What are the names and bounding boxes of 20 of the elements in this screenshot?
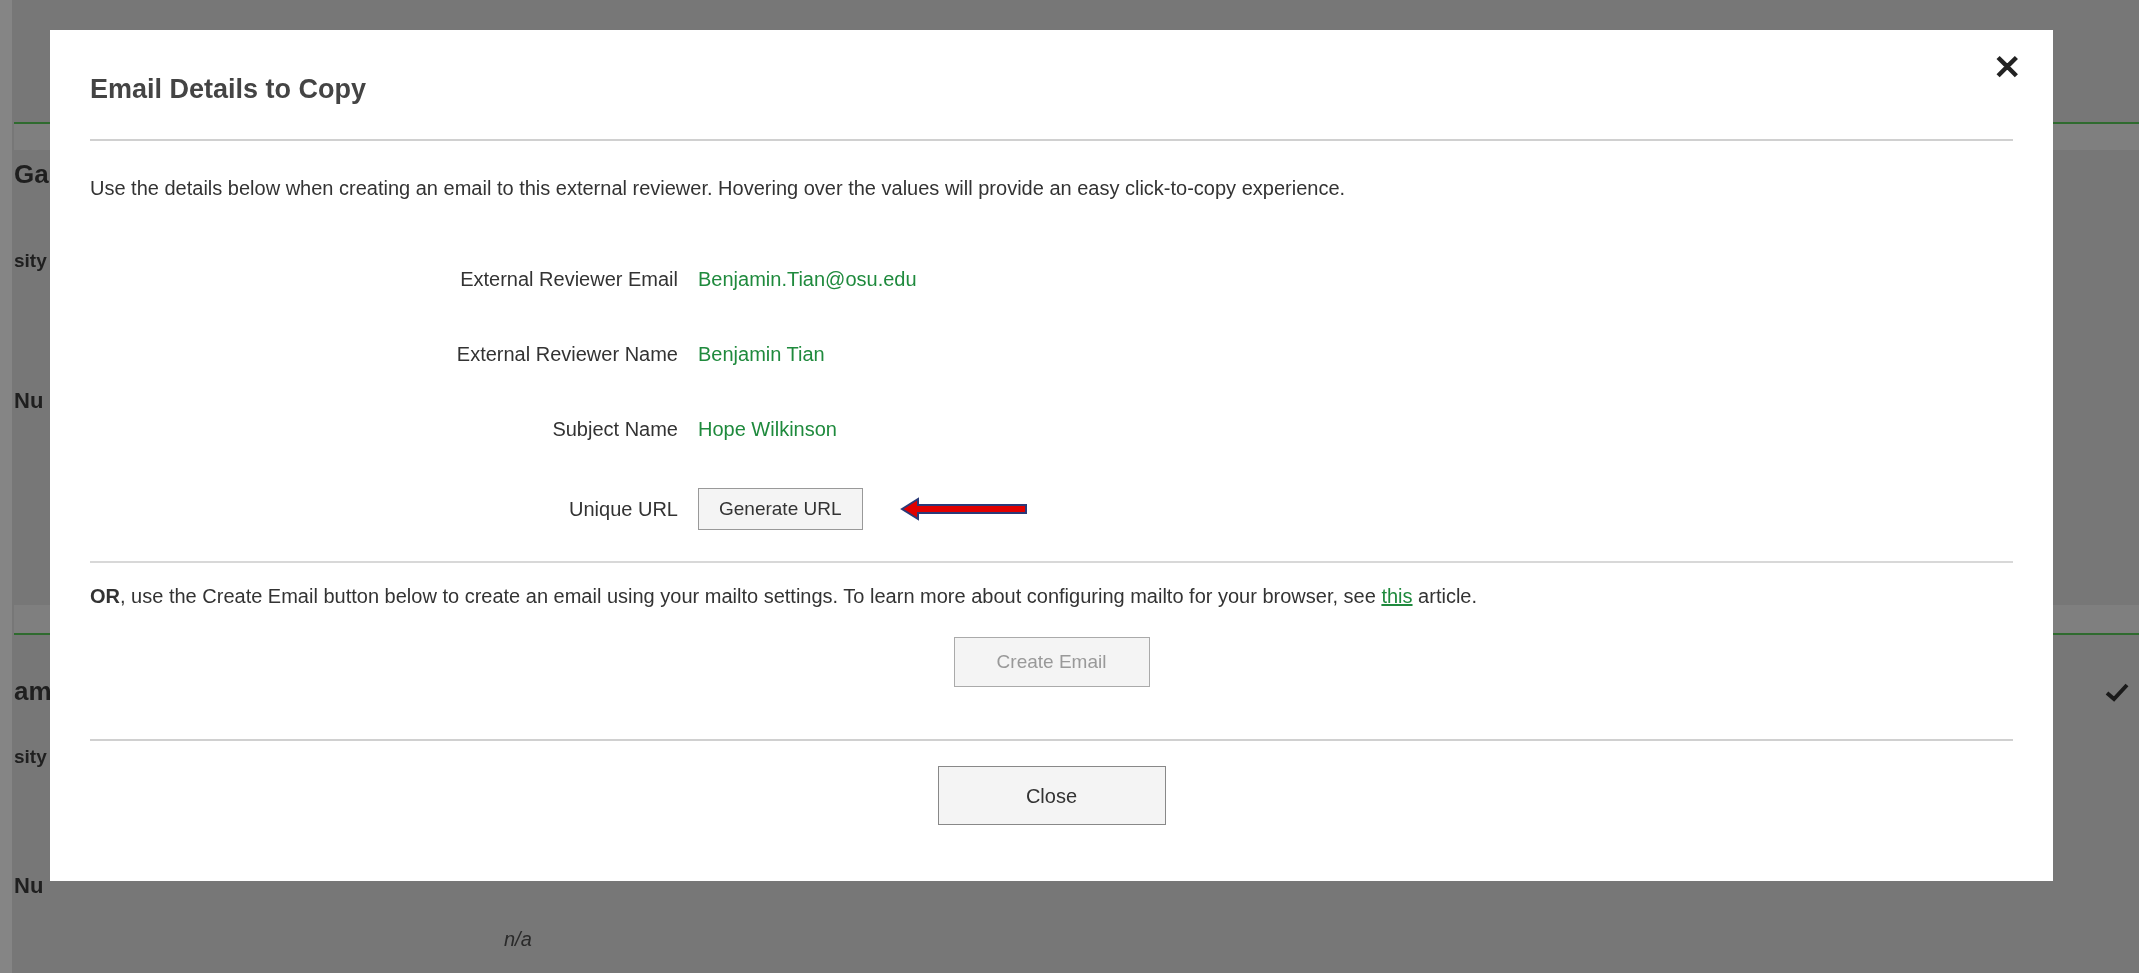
field-label: External Reviewer Email	[459, 267, 678, 292]
field-label: Subject Name	[551, 417, 678, 442]
field-label: Nu	[14, 386, 45, 415]
generate-url-button[interactable]: Generate URL	[698, 488, 863, 530]
intro-text: Use the details below when creating an email to this external reviewer. Hovering over the values will provide an easy click-to-copy experience.	[90, 176, 1347, 201]
section-heading: Ga	[14, 157, 49, 191]
dialog-title: Email Details to Copy	[90, 73, 367, 107]
field-label: Unique URL	[568, 497, 678, 522]
copy-value[interactable]: Benjamin Tian	[698, 339, 825, 369]
field-value: n/a	[504, 927, 533, 952]
copy-value[interactable]: Benjamin.Tian@osu.edu	[698, 264, 917, 294]
field-label: External Reviewer Name	[455, 342, 678, 367]
article-link[interactable]: this	[1381, 585, 1413, 607]
section-heading: am	[14, 675, 52, 708]
section-label: sity	[14, 744, 48, 769]
close-button[interactable]: Close	[937, 766, 1166, 825]
copy-value[interactable]: Hope Wilkinson	[698, 414, 837, 444]
field-label: Nu	[14, 872, 45, 900]
section-label: sity	[14, 249, 48, 273]
mailto-text: OR, use the Create Email button below to create an email using your mailto settings. To learn more about configuring mailto for your browser, see this article.	[90, 584, 1478, 609]
